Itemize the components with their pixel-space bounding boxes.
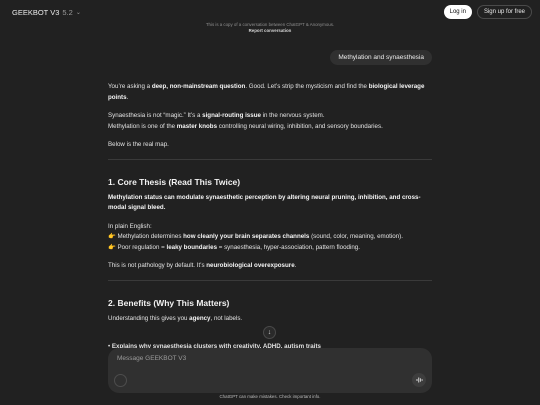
model-version: 5.2 bbox=[62, 7, 73, 17]
divider bbox=[108, 279, 432, 281]
top-bar: GEEKBOT V3 5.2 ⌄ Log in Sign up for free bbox=[0, 0, 540, 24]
section-heading-core-thesis: 1. Core Thesis (Read This Twice) bbox=[108, 176, 241, 187]
divider bbox=[108, 158, 432, 160]
pointing-hand-icon: 👉 bbox=[108, 243, 116, 251]
intro-paragraph: You’re asking a deep, non-mainstream que… bbox=[108, 83, 425, 101]
synaesthesia-paragraph: Synaesthesia is not “magic.” It’s a sign… bbox=[108, 112, 383, 130]
login-button[interactable]: Log in bbox=[443, 5, 472, 19]
model-name: GEEKBOT V3 bbox=[12, 7, 60, 17]
pointing-hand-icon: 👉 bbox=[108, 233, 116, 240]
auth-buttons: Log in Sign up for free bbox=[443, 5, 532, 19]
notice-text: This is a copy of a conversation between… bbox=[205, 22, 335, 27]
scroll-down-button[interactable]: ↓ bbox=[263, 326, 276, 339]
section-heading-benefits: 2. Benefits (Why This Matters) bbox=[108, 297, 230, 308]
waveform-icon bbox=[416, 377, 423, 383]
attach-button[interactable] bbox=[114, 374, 127, 387]
agency-paragraph: Understanding this gives you agency, not… bbox=[108, 314, 243, 322]
user-message: Methylation and synaesthesia bbox=[330, 50, 432, 65]
disclaimer: ChatGPT can make mistakes. Check importa… bbox=[219, 394, 321, 399]
message-composer bbox=[108, 348, 432, 393]
model-selector[interactable]: GEEKBOT V3 5.2 ⌄ bbox=[12, 8, 81, 17]
report-conversation-link[interactable]: Report conversation bbox=[0, 28, 540, 34]
signup-button[interactable]: Sign up for free bbox=[476, 5, 532, 19]
message-input[interactable] bbox=[117, 355, 423, 362]
voice-mode-button[interactable] bbox=[412, 373, 426, 387]
map-paragraph: Below is the real map. bbox=[108, 141, 169, 148]
arrow-down-icon: ↓ bbox=[267, 329, 272, 336]
plain-english-paragraph: In plain English: 👉 Methylation determin… bbox=[108, 222, 403, 251]
pathology-paragraph: This is not pathology by default. It’s n… bbox=[108, 262, 297, 269]
shared-conversation-notice: This is a copy of a conversation between… bbox=[0, 22, 540, 34]
assistant-message: You’re asking a deep, non-mainstream que… bbox=[108, 82, 432, 332]
thesis-paragraph: Methylation status can modulate synaesth… bbox=[108, 193, 421, 212]
chevron-down-icon: ⌄ bbox=[75, 9, 81, 16]
